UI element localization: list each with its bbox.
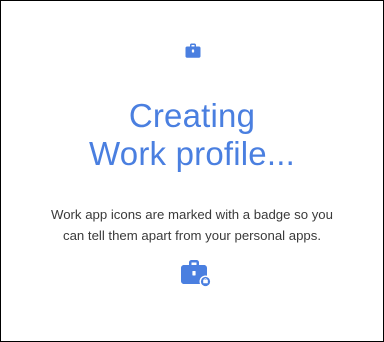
description-line-1: Work app icons are marked with a badge s… — [51, 207, 333, 222]
title-line-1: Creating — [128, 97, 256, 134]
page-title: Creating Work profile... — [1, 97, 383, 173]
description-line-2: can tell them apart from your personal a… — [62, 228, 322, 243]
work-badge-briefcase-icon — [181, 260, 212, 288]
briefcase-icon — [185, 43, 201, 58]
title-line-2: Work profile... — [89, 135, 295, 172]
work-profile-setup-screen: Creating Work profile... Work app icons … — [0, 0, 384, 342]
description-text: Work app icons are marked with a badge s… — [21, 204, 363, 246]
